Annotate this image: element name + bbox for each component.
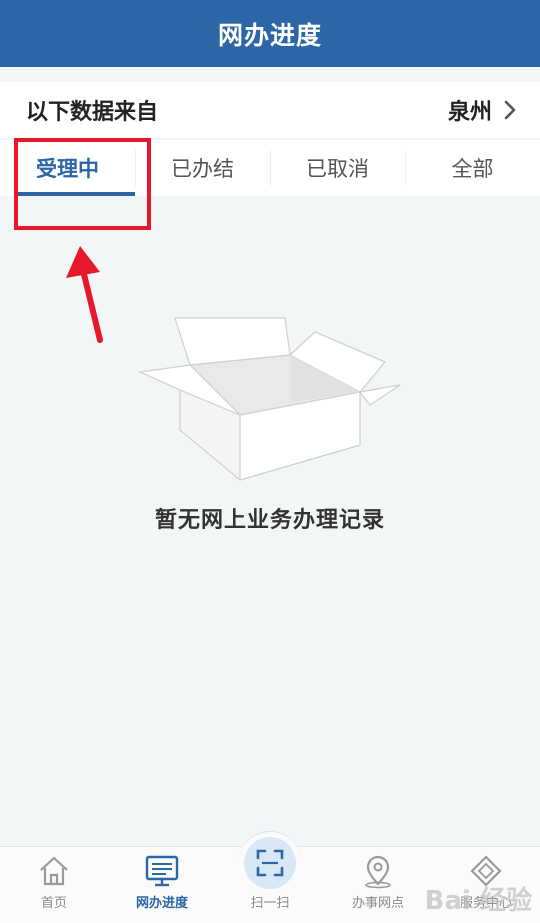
- watermark-logo: Bai 经验: [424, 886, 532, 916]
- tab-label: 已取消: [306, 157, 369, 181]
- nav-service-points[interactable]: 办事网点: [324, 847, 432, 923]
- nav-label: 网办进度: [135, 896, 188, 911]
- annotation-highlight-box: [14, 138, 151, 230]
- nav-label: 办事网点: [351, 896, 404, 911]
- scan-icon: [256, 849, 284, 877]
- nav-home[interactable]: 首页: [0, 847, 108, 923]
- scan-button[interactable]: [244, 837, 296, 889]
- chevron-right-icon: [504, 100, 516, 120]
- annotation-arrow-icon: [66, 246, 103, 343]
- page-title: 网办进度: [217, 20, 322, 50]
- data-source-row[interactable]: 以下数据来自 泉州: [0, 82, 540, 138]
- tab-cancelled[interactable]: 已取消: [270, 140, 405, 196]
- tab-label: 已办结: [171, 157, 234, 181]
- nav-label: 首页: [40, 896, 67, 911]
- app-header: 网办进度: [0, 0, 540, 67]
- city-name: 泉州: [447, 100, 492, 125]
- nav-scan[interactable]: 扫一扫: [216, 831, 324, 923]
- nav-progress[interactable]: 网办进度: [108, 847, 216, 923]
- progress-monitor-icon: [145, 855, 179, 887]
- tab-all[interactable]: 全部: [405, 140, 540, 196]
- data-source-label: 以下数据来自: [26, 100, 159, 125]
- location-pin-icon: [365, 855, 391, 889]
- empty-box-icon: [137, 317, 401, 481]
- nav-label: 扫一扫: [250, 896, 290, 911]
- empty-state-message: 暂无网上业务办理记录: [154, 508, 385, 533]
- tab-completed[interactable]: 已办结: [135, 140, 270, 196]
- home-icon: [40, 856, 68, 886]
- city-selector[interactable]: 泉州: [448, 94, 518, 126]
- tab-label: 全部: [451, 157, 494, 181]
